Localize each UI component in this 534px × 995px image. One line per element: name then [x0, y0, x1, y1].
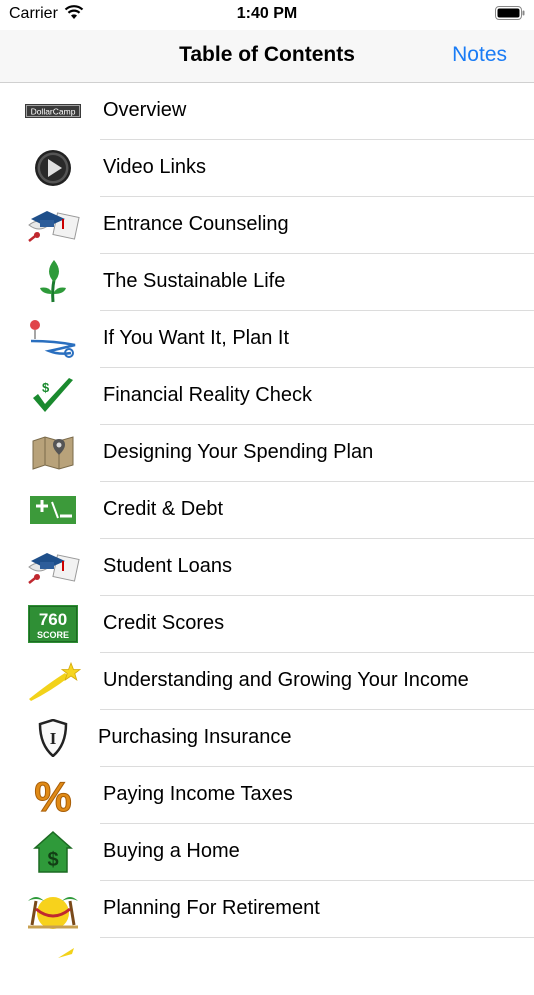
- list-item[interactable]: Student Loans: [0, 539, 534, 596]
- list-item[interactable]: Understanding and Growing Your Income: [0, 653, 534, 710]
- item-label: Paying Income Taxes: [103, 783, 293, 805]
- list-item[interactable]: DollarCamp Overview: [0, 83, 534, 140]
- item-label: Credit Scores: [103, 612, 225, 634]
- plus-minus-icon: [24, 488, 82, 532]
- item-label: Purchasing Insurance: [98, 726, 292, 748]
- item-label: Student Loans: [103, 555, 232, 577]
- list-item[interactable]: I Purchasing Insurance: [0, 710, 534, 767]
- shield-icon: I: [24, 716, 82, 760]
- item-label: Financial Reality Check: [103, 384, 312, 406]
- graduation-cap-diploma-icon: [24, 545, 82, 589]
- shield-letter: I: [50, 729, 57, 748]
- item-label: Understanding and Growing Your Income: [103, 669, 469, 691]
- hammock-palm-icon: [24, 887, 82, 931]
- item-label: Credit & Debt: [103, 498, 224, 520]
- item-label: Planning For Retirement: [103, 897, 320, 919]
- percent-glyph: %: [34, 773, 71, 817]
- list-item[interactable]: $ Financial Reality Check: [0, 368, 534, 425]
- list-item[interactable]: Planning For Retirement: [0, 881, 534, 938]
- score-caption: SCORE: [37, 630, 69, 640]
- list-item[interactable]: Designing Your Spending Plan: [0, 425, 534, 482]
- folded-map-icon: [24, 431, 82, 475]
- house-dollar-glyph: $: [47, 849, 58, 871]
- item-label: Entrance Counseling: [103, 213, 289, 235]
- list-item[interactable]: Entrance Counseling: [0, 197, 534, 254]
- dollar-checkmark-icon: $: [24, 374, 82, 418]
- graduation-cap-diploma-icon: [24, 203, 82, 247]
- list-item[interactable]: The Sustainable Life: [0, 254, 534, 311]
- item-label: Video Links: [103, 156, 207, 178]
- partial-item-icon: [24, 944, 82, 988]
- percent-icon: %: [24, 773, 82, 817]
- list-item[interactable]: Credit & Debt: [0, 482, 534, 539]
- shooting-star-icon: [24, 659, 82, 703]
- item-label: Overview: [103, 99, 187, 121]
- svg-text:$: $: [42, 380, 50, 395]
- battery-icon: [495, 6, 525, 20]
- list-item[interactable]: % Paying Income Taxes: [0, 767, 534, 824]
- item-label: The Sustainable Life: [103, 270, 286, 292]
- dollarcamp-logo-icon: DollarCamp: [24, 89, 82, 133]
- sprout-icon: [24, 260, 82, 304]
- credit-score-badge-icon: 760 SCORE: [24, 602, 82, 646]
- status-bar: Carrier 1:40 PM: [0, 0, 534, 30]
- contents-list: DollarCamp Overview Video Links Entrance…: [0, 83, 534, 995]
- item-label: If You Want It, Plan It: [103, 327, 290, 349]
- clock: 1:40 PM: [236, 5, 298, 22]
- map-route-pin-icon: [24, 317, 82, 361]
- list-item[interactable]: 760 SCORE Credit Scores: [0, 596, 534, 653]
- list-item[interactable]: Video Links: [0, 140, 534, 197]
- navigation-bar: Table of Contents Notes: [0, 30, 534, 83]
- notes-button[interactable]: Notes: [452, 43, 507, 67]
- score-value: 760: [39, 610, 67, 629]
- list-item[interactable]: If You Want It, Plan It: [0, 311, 534, 368]
- play-button-icon: [24, 146, 82, 190]
- dollarcamp-logo-text: DollarCamp: [31, 107, 76, 117]
- item-label: Designing Your Spending Plan: [103, 441, 374, 463]
- house-dollar-icon: $: [24, 830, 82, 874]
- list-item[interactable]: $ Buying a Home: [0, 824, 534, 881]
- list-item-partial[interactable]: [0, 938, 534, 995]
- item-label: Buying a Home: [103, 840, 240, 862]
